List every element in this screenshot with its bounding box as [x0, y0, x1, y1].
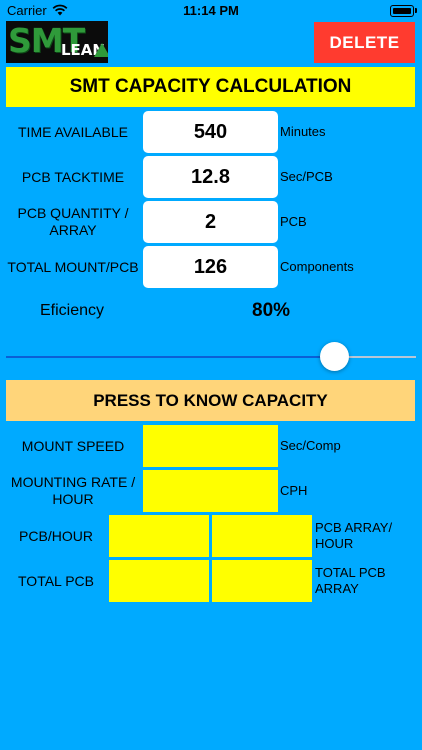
mounting-rate-result	[143, 470, 278, 512]
mount-speed-unit: Sec/Comp	[280, 438, 341, 453]
pcb-quantity-label: PCB QUANTITY / ARRAY	[17, 205, 129, 238]
pcb-tacktime-unit: Sec/PCB	[280, 169, 333, 184]
time-available-label: TIME AVAILABLE	[18, 123, 128, 140]
pcb-hour-result	[109, 515, 209, 557]
total-pcb-array-result	[212, 560, 312, 602]
status-bar: Carrier 11:14 PM	[0, 0, 422, 22]
pcb-hour-label: PCB/HOUR	[19, 527, 93, 544]
mount-speed-label: MOUNT SPEED	[21, 437, 125, 454]
battery-nub	[415, 8, 417, 13]
pcb-tacktime-input[interactable]: 12.8	[143, 156, 278, 198]
pcb-tacktime-label: PCB TACKTIME	[21, 168, 125, 185]
logo-mountain-icon	[94, 43, 108, 57]
mounting-rate-label: MOUNTING RATE / HOUR	[10, 474, 136, 507]
efficiency-slider-track-filled[interactable]	[6, 356, 334, 358]
page-title: SMT CAPACITY CALCULATION	[6, 67, 415, 107]
press-to-know-capacity-button[interactable]: PRESS TO KNOW CAPACITY	[6, 380, 415, 421]
delete-button[interactable]: DELETE	[314, 22, 415, 63]
time-available-unit: Minutes	[280, 124, 326, 139]
efficiency-value: 80%	[252, 300, 291, 321]
total-mount-input[interactable]: 126	[143, 246, 278, 288]
efficiency-label: Eficiency	[40, 302, 105, 319]
efficiency-slider-thumb[interactable]	[319, 342, 349, 371]
status-time: 11:14 PM	[183, 3, 239, 18]
pcb-quantity-input[interactable]: 2	[143, 201, 278, 243]
total-mount-label: TOTAL MOUNT/PCB	[7, 258, 139, 275]
total-mount-unit: Components	[280, 259, 354, 274]
pcb-array-hour-result	[212, 515, 312, 557]
mounting-rate-unit: CPH	[280, 483, 308, 498]
time-available-input[interactable]: 540	[143, 111, 278, 153]
total-pcb-result	[109, 560, 209, 602]
mount-speed-result	[143, 425, 278, 467]
total-pcb-array-unit: TOTAL PCB ARRAY	[315, 565, 386, 596]
pcb-array-hour-unit: PCB ARRAY/ HOUR	[315, 520, 393, 551]
total-pcb-label: TOTAL PCB	[18, 572, 94, 589]
pcb-quantity-unit: PCB	[280, 214, 307, 229]
smt-lean-logo: SMT LEAN	[6, 21, 108, 63]
battery-icon	[390, 5, 414, 17]
